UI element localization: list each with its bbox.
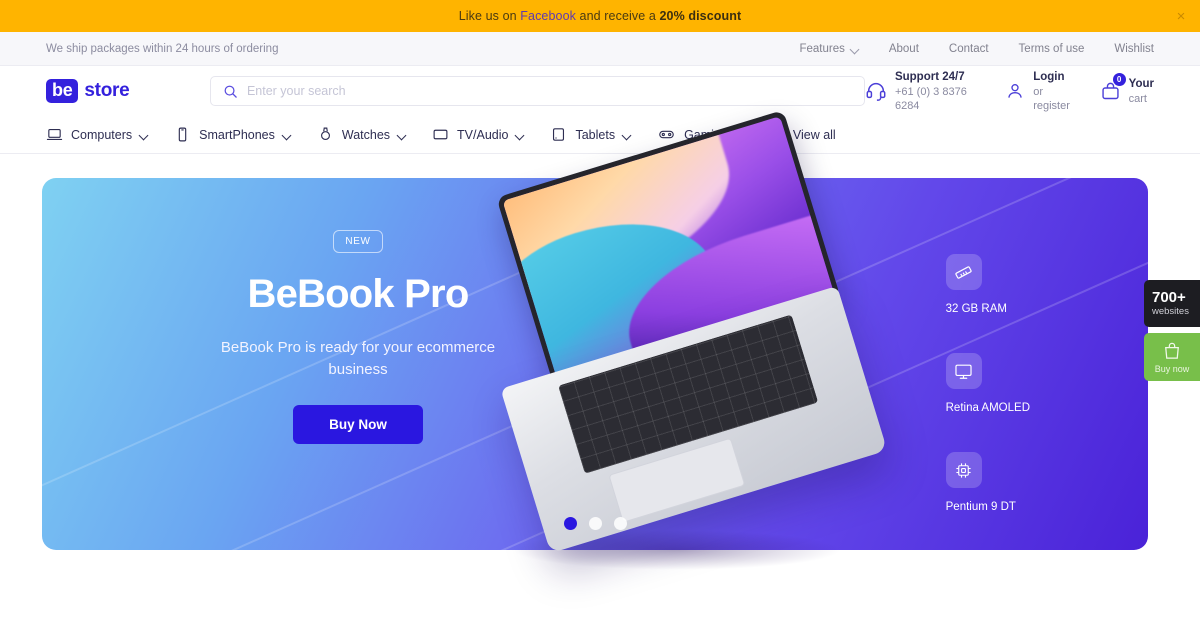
search-box[interactable] <box>209 76 865 106</box>
hero-copy: NEW BeBook Pro BeBook Pro is ready for y… <box>42 230 674 444</box>
hero-feature-label: Pentium 9 DT <box>945 501 1016 513</box>
register-label: or register <box>1033 85 1070 112</box>
floating-promo-widget: 700+ websites Buy now <box>1144 280 1200 381</box>
hero-buy-now-button[interactable]: Buy Now <box>293 405 423 444</box>
carousel-dots <box>42 517 1148 530</box>
category-computers[interactable]: Computers <box>46 126 148 143</box>
site-header: be store Support 24/7 +61 (0) 3 8376 628 <box>0 66 1200 116</box>
floating-buy-now-button[interactable]: Buy now <box>1144 333 1200 381</box>
cart-action[interactable]: 0 Your cart <box>1100 72 1154 106</box>
category-label: TV/Audio <box>457 127 509 142</box>
hero-feature-list: 32 GB RAM Retina AMOLED Pentium 9 DT <box>945 254 1030 551</box>
tv-icon <box>432 126 449 143</box>
category-navigation: Computers SmartPhones Watches TV/Audio T… <box>0 116 1200 154</box>
shopping-bag-icon <box>1152 341 1192 361</box>
promo-banner: Like us on Facebook and receive a 20% di… <box>0 0 1200 32</box>
carousel-dot-1[interactable] <box>563 517 577 530</box>
hero-subtitle: BeBook Pro is ready for your ecommerce b… <box>220 339 496 378</box>
promo-facebook-link[interactable]: Facebook <box>520 9 576 23</box>
top-utility-bar: We ship packages within 24 hours of orde… <box>0 32 1200 66</box>
search-icon <box>223 84 238 99</box>
hero-title: BeBook Pro <box>247 272 470 316</box>
promo-text: Like us on Facebook and receive a 20% di… <box>459 9 742 23</box>
promo-discount: 20% discount <box>659 9 742 23</box>
hero-banner: NEW BeBook Pro BeBook Pro is ready for y… <box>42 109 1148 570</box>
phone-icon <box>174 126 191 143</box>
ram-stick-icon <box>945 254 982 290</box>
website-count: 700+ <box>1152 289 1186 306</box>
login-label: Login <box>1033 70 1065 83</box>
hero-section: NEW BeBook Pro BeBook Pro is ready for y… <box>0 109 1200 570</box>
logo-text: store <box>84 80 130 101</box>
search-input[interactable] <box>246 84 852 98</box>
new-badge: NEW <box>333 230 383 253</box>
topnav-item-terms[interactable]: Terms of use <box>1019 43 1085 55</box>
topnav-item-wishlist[interactable]: Wishlist <box>1114 43 1154 55</box>
category-tablets[interactable]: Tablets <box>550 126 631 143</box>
topnav-item-about[interactable]: About <box>889 43 919 55</box>
cart-label-2: cart <box>1128 92 1147 105</box>
account-action[interactable]: Login or register <box>1005 70 1073 113</box>
chevron-down-icon <box>623 131 631 139</box>
user-icon <box>1005 81 1025 101</box>
cart-label-1: Your <box>1128 77 1154 90</box>
support-action[interactable]: Support 24/7 +61 (0) 3 8376 6284 <box>865 70 979 113</box>
category-label: SmartPhones <box>199 127 275 142</box>
topnav-item-contact[interactable]: Contact <box>949 43 989 55</box>
laptop-icon <box>46 126 63 143</box>
category-label: Watches <box>341 127 391 142</box>
chevron-down-icon <box>140 131 148 139</box>
shipping-note: We ship packages within 24 hours of orde… <box>46 42 279 55</box>
hero-feature-label: 32 GB RAM <box>945 303 1007 315</box>
support-phone: +61 (0) 3 8376 6284 <box>894 85 967 112</box>
promo-middle: and receive a <box>575 9 660 23</box>
hero-feature-label: Retina AMOLED <box>945 402 1030 414</box>
monitor-icon <box>945 353 982 389</box>
website-count-box: 700+ websites <box>1144 280 1200 327</box>
headset-icon <box>865 80 887 102</box>
carousel-dot-3[interactable] <box>613 517 627 530</box>
carousel-dot-2[interactable] <box>588 517 602 530</box>
cpu-chip-icon <box>945 452 982 488</box>
support-title: Support 24/7 <box>894 70 965 83</box>
floating-buy-label: Buy now <box>1154 364 1190 374</box>
chevron-down-icon <box>516 131 524 139</box>
website-count-caption: websites <box>1152 306 1189 317</box>
category-smartphones[interactable]: SmartPhones <box>174 126 291 143</box>
gamepad-icon <box>657 126 676 143</box>
category-watches[interactable]: Watches <box>317 126 406 143</box>
hero-feature-ram: 32 GB RAM <box>945 254 1030 315</box>
category-tv-audio[interactable]: TV/Audio <box>432 126 524 143</box>
promo-prefix: Like us on <box>458 9 521 23</box>
site-logo[interactable]: be store <box>46 79 166 103</box>
cart-count-badge: 0 <box>1112 72 1126 86</box>
chevron-down-icon <box>398 131 406 139</box>
category-label: Computers <box>71 127 133 142</box>
hero-feature-display: Retina AMOLED <box>945 353 1030 414</box>
topnav-item-features[interactable]: Features <box>799 43 858 55</box>
top-navigation: Features About Contact Terms of use Wish… <box>799 43 1154 55</box>
topnav-label: Features <box>799 42 845 55</box>
logo-mark: be <box>46 79 79 103</box>
watch-icon <box>317 126 334 143</box>
chevron-down-icon <box>851 45 859 53</box>
chevron-down-icon <box>283 131 291 139</box>
header-actions: Support 24/7 +61 (0) 3 8376 6284 Login o… <box>865 70 1154 113</box>
tablet-icon <box>550 126 567 143</box>
close-icon[interactable]: × <box>1172 7 1190 25</box>
hero-feature-cpu: Pentium 9 DT <box>945 452 1030 513</box>
category-label: Tablets <box>575 127 616 142</box>
